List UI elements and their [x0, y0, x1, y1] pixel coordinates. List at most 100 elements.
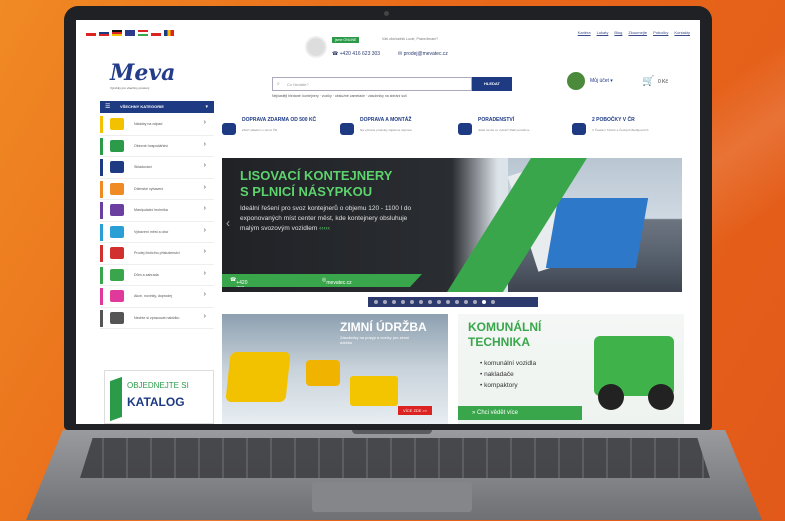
hero-web[interactable]: ◎ mevatec.cz	[322, 277, 352, 286]
category-color-strip	[100, 159, 103, 176]
top-link[interactable]: Zkoumejte	[628, 30, 647, 35]
user-icon[interactable]	[567, 72, 585, 90]
search-button[interactable]: HLEDAT	[472, 77, 512, 91]
slider-dot[interactable]	[392, 300, 396, 304]
slider-dot[interactable]	[446, 300, 450, 304]
flag-ro[interactable]	[164, 30, 174, 36]
top-link[interactable]: Blog	[614, 30, 622, 35]
catalog-line2: KATALOG	[127, 395, 185, 409]
feature-desc: Zboží skladem v rámci ČR	[242, 128, 278, 132]
slider-dot[interactable]	[482, 300, 486, 304]
category-label: Dílenské vybavení	[134, 186, 164, 191]
category-icon	[110, 311, 124, 324]
language-flags[interactable]	[86, 30, 174, 36]
municipal-title-line2: TECHNIKA	[468, 335, 530, 349]
winter-maintenance-banner[interactable]: ZIMNÍ ÚDRŽBA Zásobníky na posyp a vozíky…	[222, 314, 448, 424]
popular-searches: Nejčastěji hledané: kontejnery · vozíky …	[272, 94, 407, 98]
slider-dot[interactable]	[410, 300, 414, 304]
flag-cz[interactable]	[86, 30, 96, 36]
slider-dot[interactable]	[428, 300, 432, 304]
top-link[interactable]: Lokaty	[597, 30, 609, 35]
flag-sk[interactable]	[99, 30, 109, 36]
chevron-right-icon: ›	[203, 291, 206, 298]
category-item[interactable]: Nechte si zpracovat nabídku ›	[100, 308, 214, 329]
consultant-avatar	[305, 36, 327, 58]
category-item[interactable]: Skladování ›	[100, 157, 214, 179]
slider-dot[interactable]	[473, 300, 477, 304]
header-phone[interactable]: ☎ +420 416 623 303	[332, 51, 380, 57]
flag-hu[interactable]	[138, 30, 148, 36]
trackpad	[312, 482, 472, 512]
category-item[interactable]: Dům a zahrada ›	[100, 265, 214, 286]
winter-more-button[interactable]: VÍCE ZDE >>	[398, 406, 433, 415]
chevron-right-icon: ›	[203, 269, 206, 277]
feature-title: DOPRAVA ZDARMA OD 500 KČ	[242, 117, 317, 123]
category-color-strip	[100, 116, 103, 133]
hero-title-line1: LISOVACÍ KONTEJNERY	[240, 168, 393, 183]
hero-title-line2: S PLNICÍ NÁSYPKOU	[240, 184, 373, 199]
flag-en[interactable]	[125, 30, 135, 36]
category-item[interactable]: Nádoby na odpad ›	[100, 114, 214, 136]
category-item[interactable]: Obecné hospodářství ›	[100, 136, 214, 157]
category-color-strip	[100, 309, 103, 327]
search-input[interactable]: ⌕ Co hledáte?	[272, 77, 472, 91]
municipal-more-button[interactable]: » Chci vědět více	[458, 406, 582, 420]
category-color-strip	[100, 202, 103, 219]
category-icon	[110, 225, 124, 238]
chevron-left-icon[interactable]: ‹	[226, 216, 230, 230]
chevron-right-icon: ›	[203, 183, 206, 191]
header-email[interactable]: ✉ prodej@mevatec.cz	[398, 51, 448, 57]
hero-contact-strip: ☎ +420 736 777 650 ◎ mevatec.cz	[222, 274, 422, 287]
slider-dot[interactable]	[455, 300, 459, 304]
slider-dot[interactable]	[491, 300, 495, 304]
map-pin-icon	[572, 123, 586, 135]
chevron-down-icon: ▾	[608, 78, 613, 84]
category-icon	[110, 247, 124, 259]
hero-slider[interactable]: ‹ LISOVACÍ KONTEJNERY S PLNICÍ NÁSYPKOU …	[222, 158, 682, 292]
hero-phone[interactable]: ☎ +420 736 777 650	[230, 277, 248, 287]
site-logo[interactable]: Meva	[110, 60, 175, 86]
category-label: Vybavení měst a obcí	[134, 229, 169, 234]
top-link[interactable]: Pobočky	[653, 30, 668, 35]
account-menu[interactable]: Můj účet ▾	[590, 78, 613, 84]
municipal-item: • kompaktory	[480, 382, 518, 389]
order-catalog-banner[interactable]: OBJEDNEJTE SI KATALOG	[104, 370, 214, 424]
category-list: Nádoby na odpad › Obecné hospodářství › Skla…	[100, 114, 214, 329]
municipal-item: • nakladače	[480, 371, 514, 378]
hero-title: LISOVACÍ KONTEJNERY S PLNICÍ NÁSYPKOU	[240, 168, 392, 200]
category-item[interactable]: Akce, novinky, doprodej ›	[100, 286, 214, 308]
slider-dot[interactable]	[401, 300, 405, 304]
hero-text: Ideální řešení pro svoz kontejnerů o obj…	[240, 204, 415, 234]
category-color-strip	[100, 288, 103, 305]
category-icon	[110, 290, 124, 302]
cart-value[interactable]: 0 Kč	[658, 79, 668, 85]
feature-title: PORADENSTVÍ	[478, 117, 515, 123]
category-item[interactable]: Prodej čistícího příslušenství ›	[100, 243, 214, 265]
slider-dot[interactable]	[464, 300, 468, 304]
chevron-right-icon: ›	[203, 140, 206, 148]
flag-pl[interactable]	[151, 30, 161, 36]
slider-dot[interactable]	[419, 300, 423, 304]
tractor-wheel	[598, 384, 624, 410]
flag-de[interactable]	[112, 30, 122, 36]
slider-dots	[368, 297, 538, 307]
category-label: Dům a zahrada	[134, 272, 159, 277]
chevron-right-icon: ›	[203, 162, 206, 169]
top-link[interactable]: Kontakty	[674, 30, 690, 35]
all-categories-button[interactable]: ☰ VŠECHNY KATEGORIE ▾	[100, 101, 214, 113]
category-item[interactable]: Vybavení měst a obcí ›	[100, 222, 214, 243]
category-item[interactable]: Dílenské vybavení ›	[100, 179, 214, 200]
slider-dot[interactable]	[383, 300, 387, 304]
category-label: Skladování	[134, 165, 152, 169]
slider-dot[interactable]	[374, 300, 378, 304]
feature-strip: DOPRAVA ZDARMA OD 500 KČ Zboží skladem v…	[222, 117, 694, 153]
slider-dot[interactable]	[437, 300, 441, 304]
top-link[interactable]: Kariéra	[578, 30, 591, 35]
category-item[interactable]: Manipulační technika ›	[100, 200, 214, 222]
municipal-technology-banner[interactable]: KOMUNÁLNÍ TECHNIKA • komunální vozidla •…	[458, 314, 684, 424]
hero-container	[545, 198, 649, 268]
truck-icon	[222, 123, 236, 135]
category-color-strip	[100, 245, 103, 262]
cart-icon[interactable]: 🛒	[642, 76, 654, 87]
category-color-strip	[100, 223, 103, 241]
